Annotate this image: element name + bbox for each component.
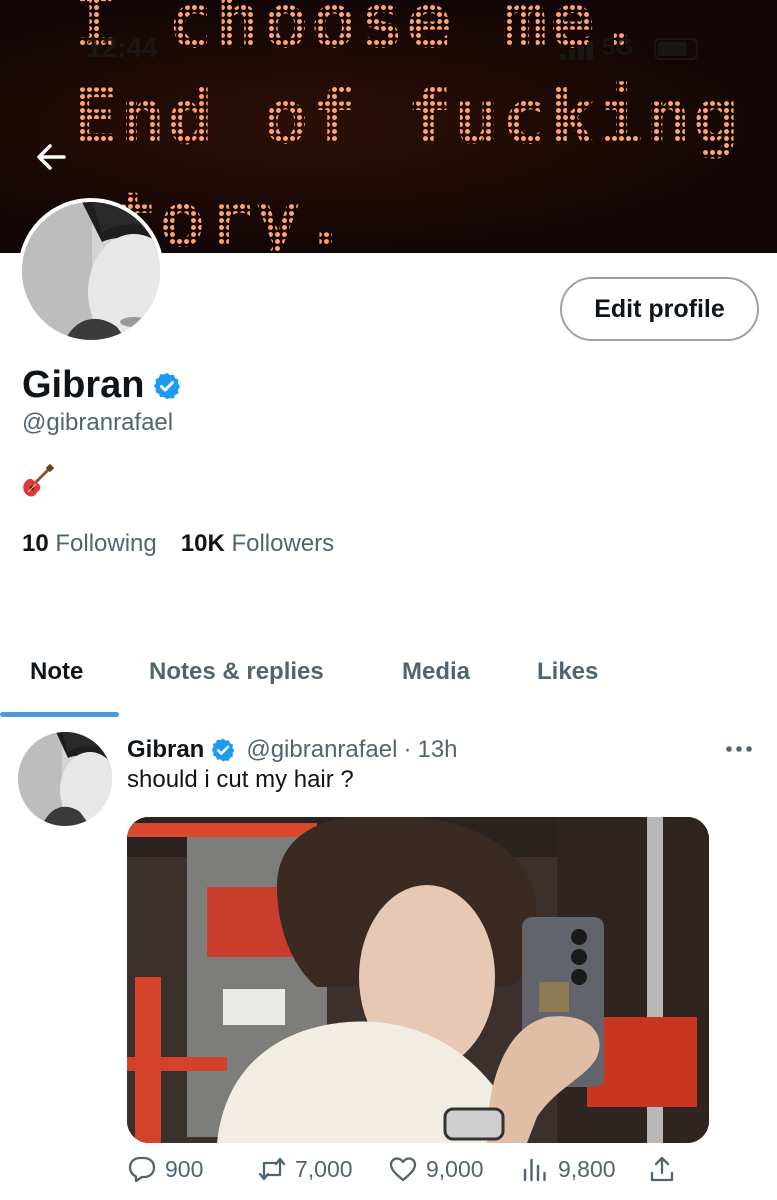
profile-tabs: Note Notes & replies Media Likes bbox=[0, 640, 777, 718]
like-button[interactable]: 9,000 bbox=[388, 1154, 484, 1184]
repost-button[interactable]: 7,000 bbox=[257, 1154, 353, 1184]
tab-likes[interactable]: Likes bbox=[537, 658, 598, 686]
following-stat[interactable]: 10 Following bbox=[22, 530, 157, 558]
more-dots-icon bbox=[726, 746, 752, 752]
heart-icon bbox=[389, 1157, 417, 1182]
battery-icon bbox=[654, 38, 698, 60]
post-author-name[interactable]: Gibran bbox=[127, 736, 204, 764]
repost-icon bbox=[258, 1157, 286, 1181]
post-header: Gibran @gibranrafael · 13h bbox=[127, 736, 458, 764]
verified-badge-icon bbox=[154, 372, 181, 399]
battery-level bbox=[658, 42, 687, 56]
more-options-button[interactable] bbox=[724, 740, 754, 758]
post-avatar-photo bbox=[18, 732, 112, 826]
post-time[interactable]: 13h bbox=[417, 736, 457, 764]
like-count: 9,000 bbox=[426, 1155, 484, 1182]
guitar-emoji-icon bbox=[23, 464, 54, 497]
post-actions: 900 7,000 9,000 9,800 bbox=[127, 1154, 687, 1194]
status-time: 12:44 bbox=[86, 32, 158, 63]
followers-stat[interactable]: 10K Followers bbox=[181, 530, 334, 558]
following-label: Following bbox=[55, 530, 157, 557]
tab-media[interactable]: Media bbox=[402, 658, 470, 686]
followers-label: Followers bbox=[231, 530, 335, 557]
reply-count: 900 bbox=[165, 1155, 204, 1182]
profile-avatar[interactable] bbox=[18, 198, 164, 344]
avatar-photo bbox=[22, 202, 160, 340]
active-tab-indicator bbox=[0, 712, 119, 717]
network-label: 5G bbox=[602, 34, 635, 61]
views-count: 9,800 bbox=[558, 1155, 616, 1182]
share-button[interactable] bbox=[647, 1154, 677, 1184]
profile-name-row: Gibran bbox=[22, 364, 182, 407]
reply-button[interactable]: 900 bbox=[127, 1154, 203, 1184]
signal-icon bbox=[560, 40, 594, 60]
edit-profile-button[interactable]: Edit profile bbox=[560, 277, 759, 341]
views-button[interactable]: 9,800 bbox=[520, 1154, 616, 1184]
repost-count: 7,000 bbox=[295, 1155, 353, 1182]
post-media-image[interactable] bbox=[127, 817, 709, 1143]
follow-stats: 10 Following 10K Followers bbox=[22, 530, 334, 558]
reply-icon bbox=[128, 1156, 156, 1183]
share-icon bbox=[650, 1156, 674, 1182]
arrow-left-icon bbox=[37, 144, 66, 170]
verified-badge-icon bbox=[211, 738, 235, 762]
profile-handle: @gibranrafael bbox=[22, 409, 174, 436]
profile-name: Gibran bbox=[22, 364, 145, 406]
banner-text-line-2: End of fucking bbox=[72, 72, 741, 161]
back-button[interactable] bbox=[30, 136, 72, 178]
post-text: should i cut my hair ? bbox=[127, 766, 354, 793]
mirror-selfie-photo bbox=[127, 817, 709, 1143]
tab-notes-replies[interactable]: Notes & replies bbox=[149, 658, 324, 686]
followers-count: 10K bbox=[180, 530, 225, 557]
post-author-handle[interactable]: @gibranrafael bbox=[246, 736, 397, 764]
views-chart-icon bbox=[523, 1158, 546, 1182]
post-separator: · bbox=[403, 736, 412, 763]
post-avatar[interactable] bbox=[18, 732, 112, 826]
tab-note[interactable]: Note bbox=[30, 658, 83, 686]
following-count: 10 bbox=[22, 530, 49, 557]
status-bar: 12:44 5G bbox=[0, 32, 777, 63]
